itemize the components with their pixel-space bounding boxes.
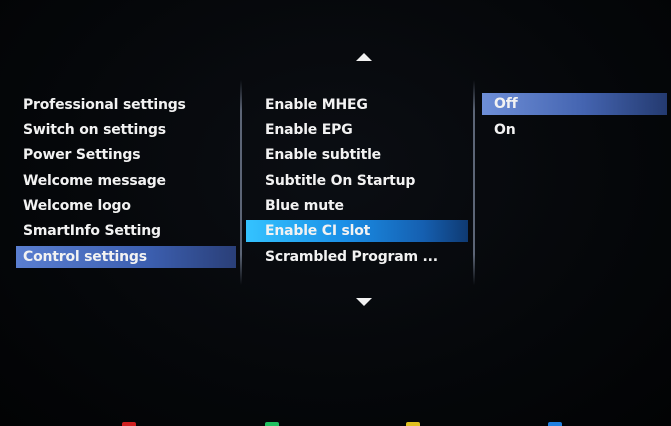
middle-menu-item-scrambled-program[interactable]: Scrambled Program ... [258,246,468,268]
left-menu-item-power-settings[interactable]: Power Settings [16,144,236,166]
middle-menu-item-enable-epg[interactable]: Enable EPG [258,119,468,141]
blue-key-icon [548,422,562,426]
middle-menu-item-subtitle-on-startup[interactable]: Subtitle On Startup [258,170,468,192]
middle-menu-item-enable-mheg[interactable]: Enable MHEG [258,94,468,116]
green-key-icon [265,422,279,426]
tv-settings-screen: Professional settings Switch on settings… [0,0,671,426]
left-menu-item-welcome-logo[interactable]: Welcome logo [16,195,236,217]
left-menu-item-smartinfo-setting[interactable]: SmartInfo Setting [16,220,236,242]
left-column-divider [240,80,242,285]
middle-menu-item-enable-ci-slot[interactable]: Enable CI slot [246,220,468,242]
middle-menu-item-enable-subtitle[interactable]: Enable subtitle [258,144,468,166]
yellow-key-icon [406,422,420,426]
right-menu-item-off[interactable]: Off [482,93,667,115]
scroll-up-icon[interactable] [356,53,372,61]
middle-menu-item-blue-mute[interactable]: Blue mute [258,195,468,217]
left-menu-item-welcome-message[interactable]: Welcome message [16,170,236,192]
red-key-icon [122,422,136,426]
left-menu-item-professional-settings[interactable]: Professional settings [16,94,236,116]
left-menu-item-switch-on-settings[interactable]: Switch on settings [16,119,236,141]
left-menu-item-control-settings[interactable]: Control settings [16,246,236,268]
right-column-divider [473,80,475,285]
scroll-down-icon[interactable] [356,298,372,306]
right-menu-item-on[interactable]: On [482,119,667,141]
